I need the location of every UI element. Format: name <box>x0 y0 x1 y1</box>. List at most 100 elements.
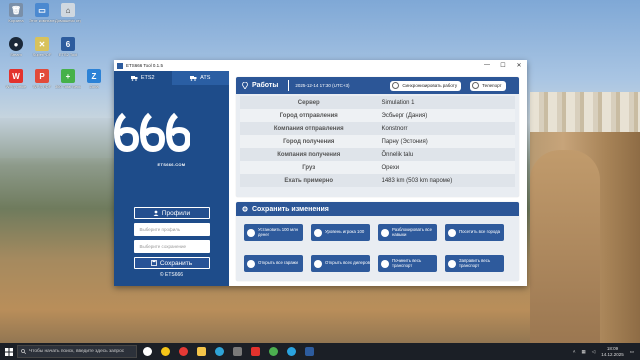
teleport-button[interactable]: Телепорт <box>470 80 506 91</box>
save-changes-panel: Сохранить изменения Установить 100 млн д… <box>236 202 519 281</box>
chevron-up-icon[interactable]: ˄ <box>573 349 576 354</box>
desktop-icon-superpdf[interactable]: ✕ SuperPDF <box>29 37 55 57</box>
tab-ets2-label: ETS2 <box>140 75 155 81</box>
table-row: Ехать примерно 1483 km (503 km пароме) <box>240 174 515 187</box>
visit-cities-button[interactable]: Посетить все города <box>445 224 504 241</box>
save-button-label: Сохранить <box>159 259 193 267</box>
minimize-button[interactable]: — <box>479 62 495 69</box>
tab-ats[interactable]: ATS <box>171 71 229 85</box>
action-label: Заправить весь транспорт <box>459 257 491 268</box>
zona-icon: Z <box>87 69 101 83</box>
row-key: Компания получения <box>277 151 341 158</box>
logo-text: ETS666.COM <box>157 162 186 167</box>
ets666-logo <box>113 112 192 153</box>
open-garages-button[interactable]: Открыть все гаражи <box>244 255 303 272</box>
player-level-button[interactable]: Уровень игрока 100 <box>311 224 370 241</box>
row-key: Груз <box>302 164 316 171</box>
truck-icon <box>190 76 197 81</box>
security-shield-icon: + <box>61 69 75 83</box>
notification-icon[interactable]: ▭ <box>630 349 634 355</box>
window-title: ETS666 Tool 0.1.5 <box>126 63 163 68</box>
system-tray: ˄ ▦ ◁ 18:09 14.12.2025 ▭ <box>573 346 640 357</box>
table-row: Город получения Парну (Эстония) <box>240 135 515 148</box>
wallpaper-bridge <box>530 150 600 350</box>
desktop-icon-zona[interactable]: Z Zona <box>81 69 107 89</box>
truck-icon <box>130 76 138 81</box>
taskbar: Чтобы начать поиск, введите здесь запрос… <box>0 343 640 360</box>
volume-icon[interactable]: ◁ <box>592 349 595 355</box>
computer-icon: ▭ <box>35 3 49 17</box>
tab-ets2[interactable]: ETS2 <box>114 71 172 85</box>
floppy-disk-icon <box>150 260 157 266</box>
location-pin-icon <box>242 82 248 89</box>
profiles-button[interactable]: Профили <box>133 207 210 219</box>
row-key: Город отправления <box>279 112 338 119</box>
level-icon <box>314 228 322 237</box>
ets2-taskbar-icon[interactable] <box>305 347 314 356</box>
sync-job-button[interactable]: Синхронизировать работу <box>390 80 462 91</box>
refuel-vehicles-button[interactable]: Заправить весь транспорт <box>445 255 504 272</box>
yandex-icon[interactable] <box>143 347 152 356</box>
start-button[interactable] <box>0 343 17 360</box>
row-key: Компания отправления <box>273 125 344 132</box>
row-key: Ехать примерно <box>284 177 334 184</box>
desktop-icon-this-pc[interactable]: ▭ Этот компьютер <box>29 3 55 23</box>
sync-icon <box>392 82 400 89</box>
windows-logo-icon <box>4 347 13 356</box>
search-placeholder: Чтобы начать поиск, введите здесь запрос <box>29 349 125 354</box>
close-button[interactable]: ✕ <box>511 62 527 69</box>
steam-icon: ● <box>9 37 23 51</box>
jobs-header: Работы 2025-12-14 17:30 (UTC+3) Синхрони… <box>236 77 519 94</box>
network-icon[interactable]: ▦ <box>581 349 585 355</box>
telegram-icon[interactable] <box>287 347 296 356</box>
unlock-skills-button[interactable]: Разблокировать все навыки <box>378 224 437 241</box>
store-icon[interactable] <box>233 347 242 356</box>
desktop-icon-home[interactable]: ⌂ Домашняя страница <box>55 3 81 23</box>
repair-vehicles-button[interactable]: Починить весь транспорт <box>378 255 437 272</box>
clock[interactable]: 18:09 14.12.2025 <box>601 346 624 357</box>
wallpaper-sea <box>0 118 120 158</box>
save-select[interactable]: Выберите сохранение <box>133 240 210 253</box>
maximize-button[interactable]: ☐ <box>495 62 511 69</box>
city-icon <box>448 228 456 237</box>
desktop-icon-wps-office[interactable]: W WPS Office <box>3 69 29 89</box>
open-dealers-button[interactable]: Открыть всех дилеров <box>311 255 370 272</box>
desktop-icon-recycle-bin[interactable]: 🗑 Корзина <box>3 3 29 23</box>
chrome-icon[interactable] <box>269 347 278 356</box>
sync-job-label: Синхронизировать работу <box>402 83 458 88</box>
desktop-icon-360-security[interactable]: + 360 Total Security <box>55 69 81 89</box>
table-row: Груз Орехи <box>240 161 515 174</box>
table-row: Компания получения Õnnelik talu <box>240 148 515 161</box>
table-row: Компания отправления Konstnorr <box>240 122 515 135</box>
edge-icon[interactable] <box>215 347 224 356</box>
taskbar-search[interactable]: Чтобы начать поиск, введите здесь запрос <box>17 345 137 358</box>
skills-icon <box>381 228 389 237</box>
row-key: Сервер <box>297 99 320 106</box>
wps-office-icon: W <box>9 69 23 83</box>
action-label: Открыть все гаражи <box>258 260 298 266</box>
home-page-icon: ⌂ <box>61 3 75 17</box>
row-value: Эсбьерг (Дания) <box>381 112 428 119</box>
game-tabs: ETS2 ATS <box>114 71 229 85</box>
row-value: Орехи <box>381 164 400 171</box>
row-value: 1483 km (503 km пароме) <box>381 177 453 184</box>
profile-select[interactable]: Выберите профиль <box>133 223 210 236</box>
wallpaper-town <box>530 92 640 132</box>
action-label: Установить 100 млн денег <box>258 226 298 237</box>
set-money-button[interactable]: Установить 100 млн денег <box>244 224 303 241</box>
red-app-icon[interactable] <box>179 347 188 356</box>
wps-taskbar-icon[interactable] <box>251 347 260 356</box>
desktop-icon-ets2-tool[interactable]: 6 ETS2 Tool <box>55 37 81 57</box>
title-bar[interactable]: ETS666 Tool 0.1.5 — ☐ ✕ <box>114 60 527 71</box>
explorer-icon[interactable] <box>197 347 206 356</box>
save-button[interactable]: Сохранить <box>133 257 210 269</box>
row-value: Парну (Эстония) <box>381 138 428 145</box>
yandex-browser-icon[interactable] <box>161 347 170 356</box>
table-row: Сервер Simulation 1 <box>240 96 515 109</box>
copyright: © ETS666 <box>159 272 184 278</box>
taskbar-apps <box>143 347 314 356</box>
fuel-icon <box>448 259 456 268</box>
desktop-icon-wps-pdf[interactable]: P WPS PDF <box>29 69 55 89</box>
desktop-icon-steam[interactable]: ● Steam <box>3 37 29 57</box>
garage-icon <box>247 259 255 268</box>
